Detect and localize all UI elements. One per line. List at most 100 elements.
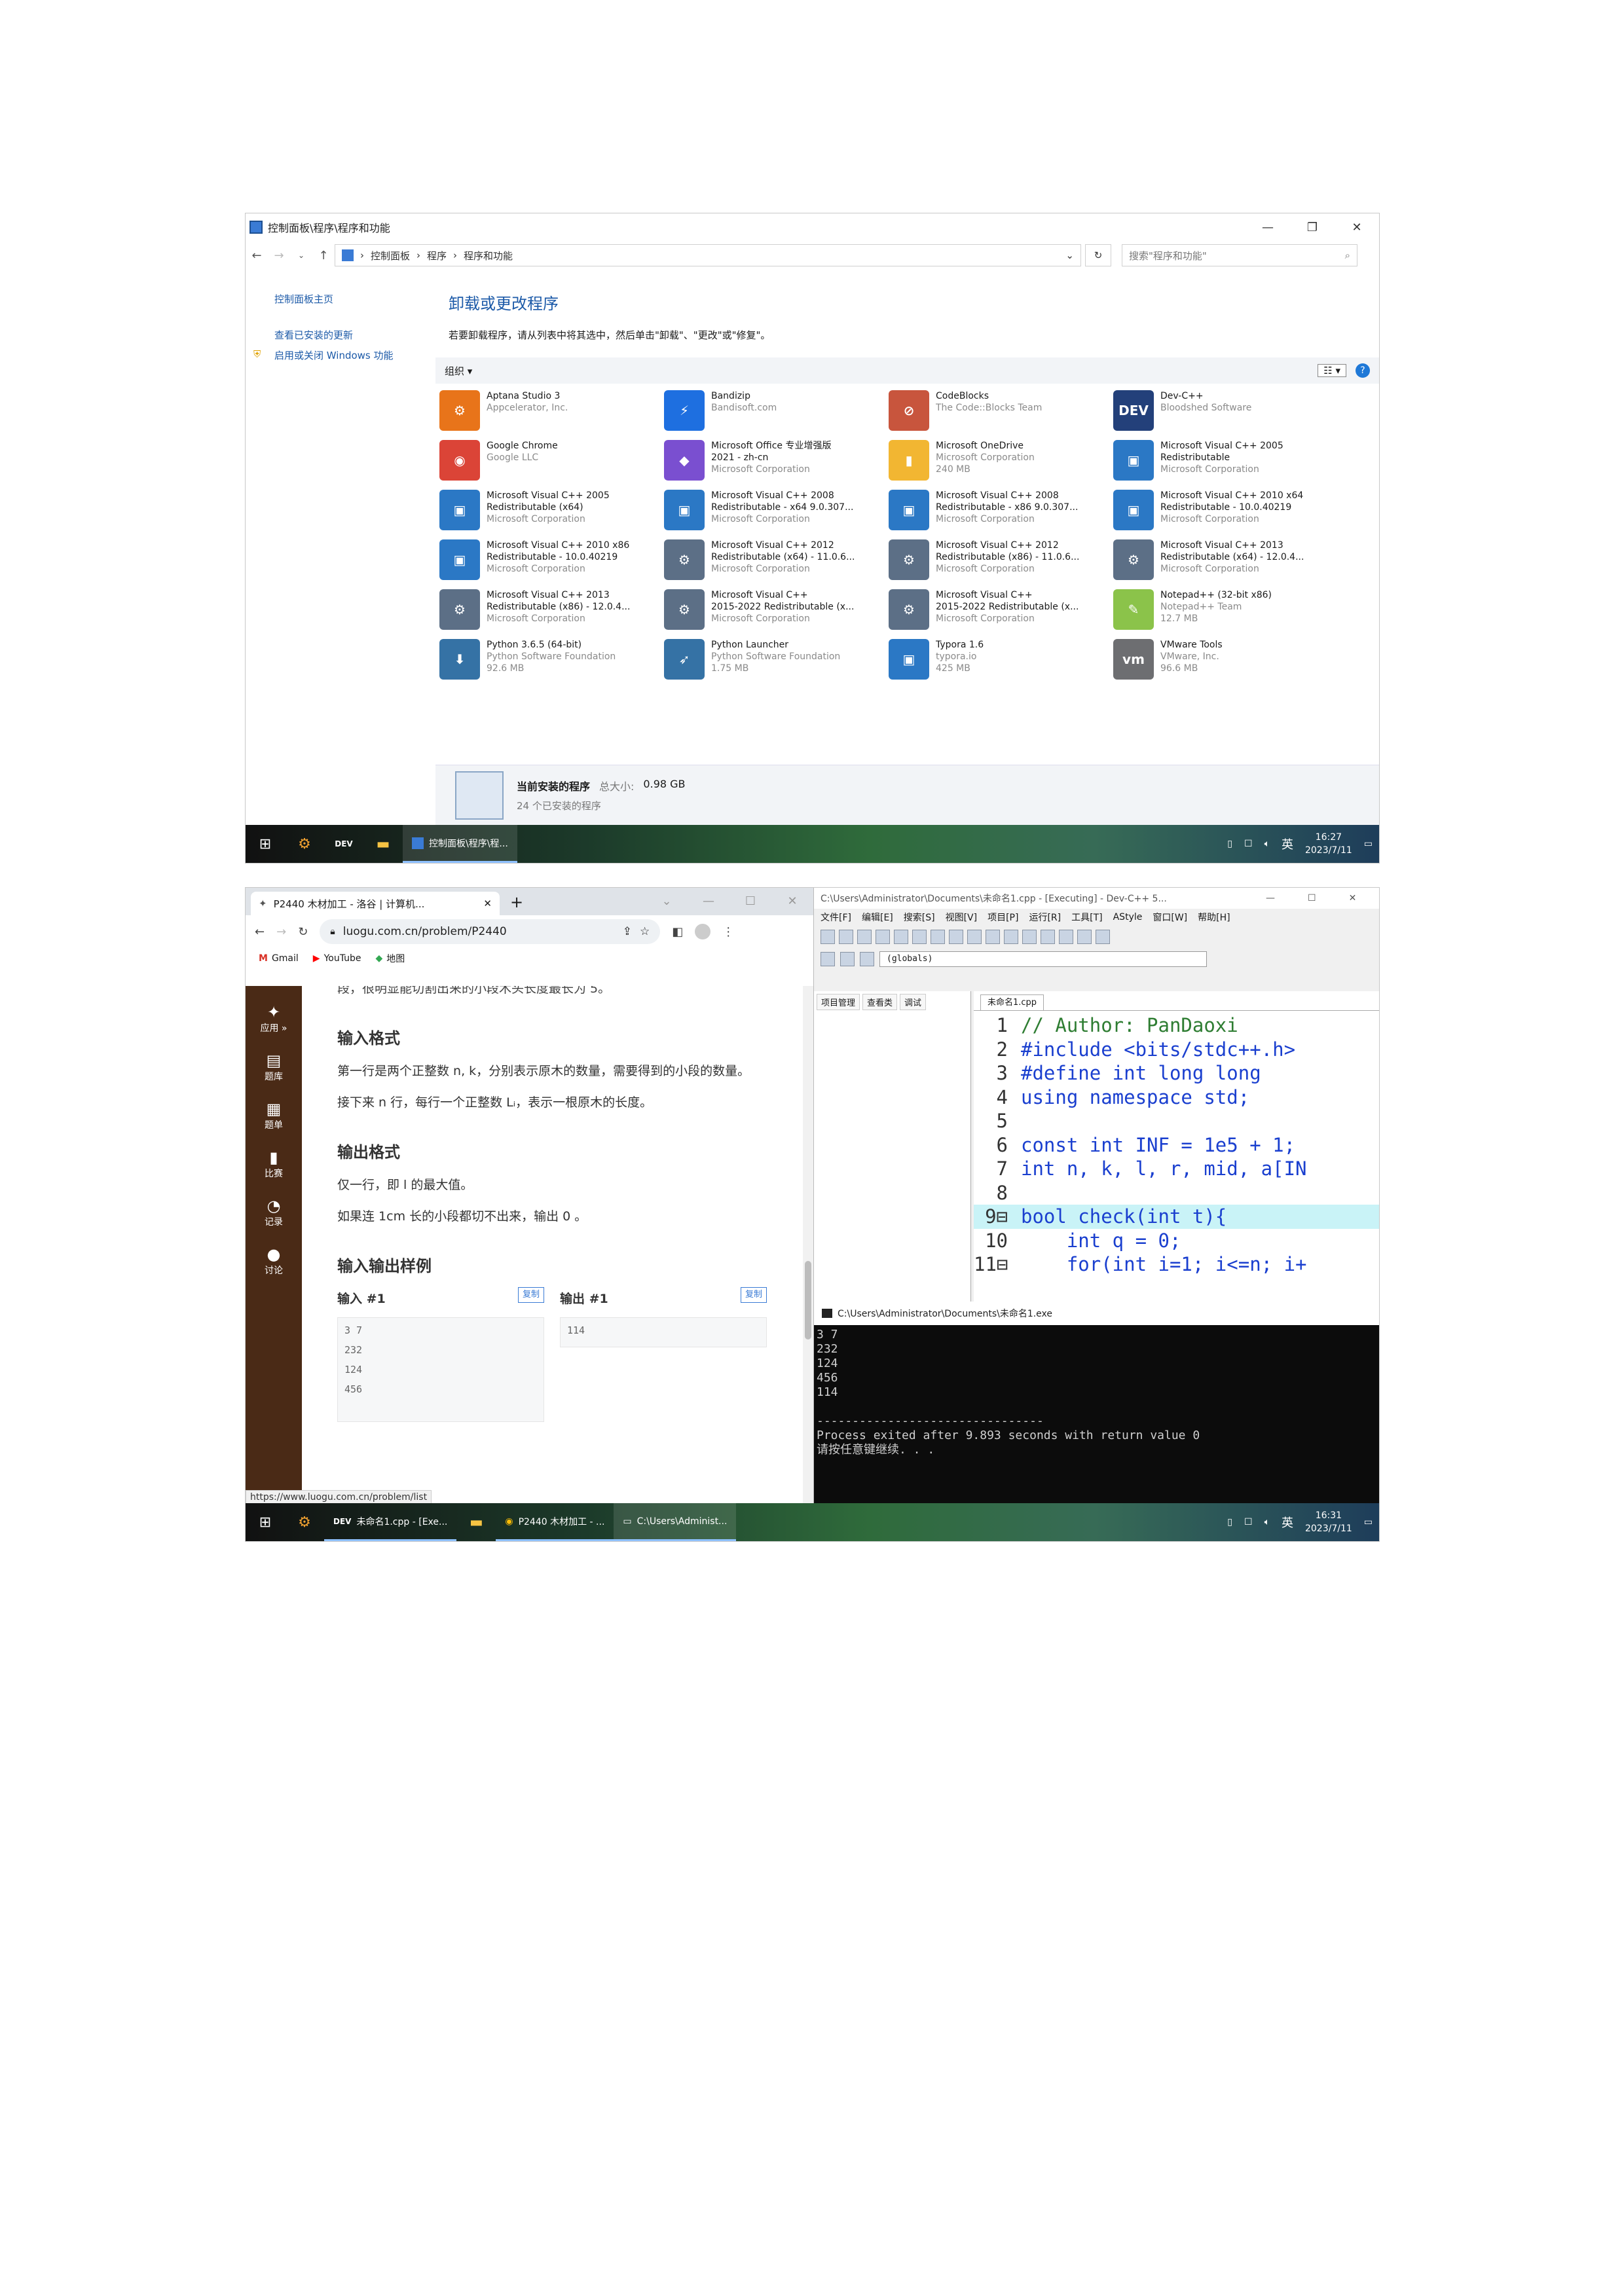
chevron-down-icon[interactable]: ⌄ [1065,249,1074,261]
notification-icon[interactable]: ▭ [1364,1517,1373,1527]
taskbar-devcpp[interactable]: DEV 未命名1.cpp - [Exe... [324,1503,457,1541]
code-line[interactable]: 8 [974,1181,1379,1205]
save-icon[interactable] [857,930,872,944]
organize-menu[interactable]: 组织 ▾ [445,364,472,378]
tab-project[interactable]: 项目管理 [817,994,860,1010]
file-tab[interactable]: 未命名1.cpp [980,994,1044,1011]
code-line[interactable]: 5 [974,1109,1379,1133]
program-item[interactable]: ◆ Microsoft Office 专业增强版 2021 - zh-cn Micro… [664,437,889,487]
usb-icon[interactable]: ▯ [1227,839,1232,849]
back-arrow-icon[interactable]: ← [246,249,268,263]
tab-classes[interactable]: 查看类 [862,994,898,1010]
print-icon[interactable] [912,930,927,944]
scrollbar-thumb[interactable] [805,1261,811,1339]
program-item[interactable]: vm VMware Tools VMware, Inc. 96.6 MB [1113,636,1338,686]
recent-dropdown-icon[interactable]: ⌄ [290,251,312,260]
program-item[interactable]: ⚙ Microsoft Visual C++ 2012 Redistributabl… [889,537,1113,587]
program-item[interactable]: DEV Dev-C++ Bloodshed Software [1113,388,1338,437]
luogu-nav-item[interactable]: ▦ 题单 [246,1100,302,1131]
luogu-nav-item[interactable]: ◔ 记录 [246,1197,302,1228]
devcpp-app-icon[interactable]: DEV [324,825,363,863]
bookmark-youtube[interactable]: ▶ YouTube [313,953,361,964]
clock[interactable]: 16:31 2023/7/11 [1305,1509,1352,1535]
share-icon[interactable]: ⇪ [623,925,632,938]
bookmark-maps[interactable]: ◆ 地图 [376,952,405,965]
chrome-menu-chevron-icon[interactable]: ⌄ [646,888,688,914]
network-icon[interactable]: ☐ [1244,839,1253,849]
view-options-icon[interactable]: ☷ ▾ [1318,364,1346,377]
star-icon[interactable]: ☆ [640,925,650,938]
devcpp-menu-item[interactable]: 工具[T] [1071,911,1102,924]
usb-icon[interactable]: ▯ [1227,1517,1232,1527]
program-item[interactable]: ✎ Notepad++ (32-bit x86) Notepad++ Team 12.… [1113,587,1338,636]
chrome-minimize-button[interactable]: — [688,888,729,914]
devcpp-menu-item[interactable]: 项目[P] [987,911,1018,924]
breadcrumb-programs[interactable]: 程序 [427,249,447,263]
devcpp-menu-item[interactable]: 编辑[E] [862,911,893,924]
nav-windows-features[interactable]: ⛨ 启用或关闭 Windows 功能 [246,348,435,369]
help-icon[interactable]: ? [1356,363,1370,378]
up-arrow-icon[interactable]: ↑ [312,249,335,263]
program-item[interactable]: ▣ Microsoft Visual C++ 2008 Redistributabl… [889,487,1113,537]
devcpp-menu-item[interactable]: 窗口[W] [1153,911,1187,924]
input-language[interactable]: 英 [1282,1514,1293,1531]
devcpp-minimize-button[interactable]: — [1266,893,1275,903]
code-lines[interactable]: 1 // Author: PanDaoxi 2 #include <bits/stdc… [974,1011,1379,1277]
taskbar-chrome[interactable]: ◉ P2440 木材加工 - ... [496,1503,614,1541]
program-item[interactable]: ◉ Google Chrome Google LLC [439,437,664,487]
breadcrumb[interactable]: › 控制面板 › 程序 › 程序和功能 ⌄ [335,244,1081,266]
close-file-icon[interactable] [894,930,908,944]
code-line[interactable]: 2 #include <bits/stdc++.h> [974,1038,1379,1062]
grid-icon[interactable] [1077,930,1092,944]
volume-icon[interactable]: 🔈︎ [1264,839,1270,849]
bookmark-gmail[interactable]: M Gmail [259,953,299,964]
program-item[interactable]: ▣ Typora 1.6 typora.io 425 MB [889,636,1113,686]
forward-icon[interactable]: → [276,925,286,939]
devcpp-menu-item[interactable]: 帮助[H] [1198,911,1230,924]
code-line[interactable]: 7 int n, k, l, r, mid, a[IN [974,1157,1379,1181]
devcpp-menu-item[interactable]: 运行[R] [1029,911,1061,924]
program-item[interactable]: ⬇ Python 3.6.5 (64-bit) Python Software Fo… [439,636,664,686]
code-line[interactable]: 10 int q = 0; [974,1229,1379,1253]
file-explorer-icon[interactable]: ▬ [456,1503,496,1541]
save-all-icon[interactable] [876,930,890,944]
program-item[interactable]: ⊘ CodeBlocks The Code::Blocks Team [889,388,1113,437]
nav-control-panel-home[interactable]: 控制面板主页 [246,285,435,312]
minimize-button[interactable]: — [1246,213,1290,241]
page-scrollbar[interactable] [803,986,813,1503]
tab-luogu[interactable]: ✦ P2440 木材加工 - 洛谷 | 计算机... ✕ [251,892,500,915]
devcpp-menu-item[interactable]: AStyle [1113,912,1143,922]
code-line[interactable]: 4 using namespace std; [974,1085,1379,1110]
program-item[interactable]: ➶ Python Launcher Python Software Foundati… [664,636,889,686]
luogu-nav-item[interactable]: ▤ 题库 [246,1051,302,1083]
notification-icon[interactable]: ▭ [1364,839,1373,849]
chrome-close-button[interactable]: ✕ [771,888,813,914]
replace-icon[interactable] [986,930,1000,944]
program-item[interactable]: ⚙ Microsoft Visual C++ 2012 Redistributabl… [664,537,889,587]
luogu-nav-item[interactable]: ● 讨论 [246,1245,302,1277]
program-item[interactable]: ⚙ Microsoft Visual C++ 2015-2022 Redistrib… [889,587,1113,636]
program-item[interactable]: ▣ Microsoft Visual C++ 2005 Redistributabl… [439,487,664,537]
forward-arrow-icon[interactable]: → [268,249,290,263]
profile-avatar[interactable] [695,924,711,939]
devcpp-maximize-button[interactable]: ☐ [1308,893,1316,903]
taskbar-console[interactable]: ▭ C:\Users\Administ... [614,1503,737,1541]
program-item[interactable]: ⚙ Microsoft Visual C++ 2015-2022 Redistrib… [664,587,889,636]
code-line[interactable]: 11⊟ for(int i=1; i<=n; i+ [974,1252,1379,1277]
program-item[interactable]: ▣ Microsoft Visual C++ 2010 x64 Redistribu… [1113,487,1338,537]
chrome-maximize-button[interactable]: ☐ [729,888,771,914]
redo-icon[interactable] [949,930,963,944]
sidepanel-icon[interactable]: ◧ [672,925,683,939]
network-icon[interactable]: ☐ [1244,1517,1253,1527]
compile-icon[interactable] [1004,930,1018,944]
volume-icon[interactable]: 🔈︎ [1264,1517,1270,1527]
nav-view-updates[interactable]: 查看已安装的更新 [246,321,435,348]
windows-start-icon[interactable]: ⊞ [246,1503,285,1541]
tab-debug[interactable]: 调试 [900,994,927,1010]
code-line[interactable]: 6 const int INF = 1e5 + 1; [974,1133,1379,1157]
run-icon[interactable] [1022,930,1037,944]
devcpp-close-button[interactable]: ✕ [1349,893,1357,903]
program-item[interactable]: ⚙ Microsoft Visual C++ 2013 Redistributabl… [439,587,664,636]
program-item[interactable]: ⚙ Microsoft Visual C++ 2013 Redistributabl… [1113,537,1338,587]
code-editor[interactable]: 未命名1.cpp 1 // Author: PanDaoxi 2 #include <… [974,991,1379,1302]
